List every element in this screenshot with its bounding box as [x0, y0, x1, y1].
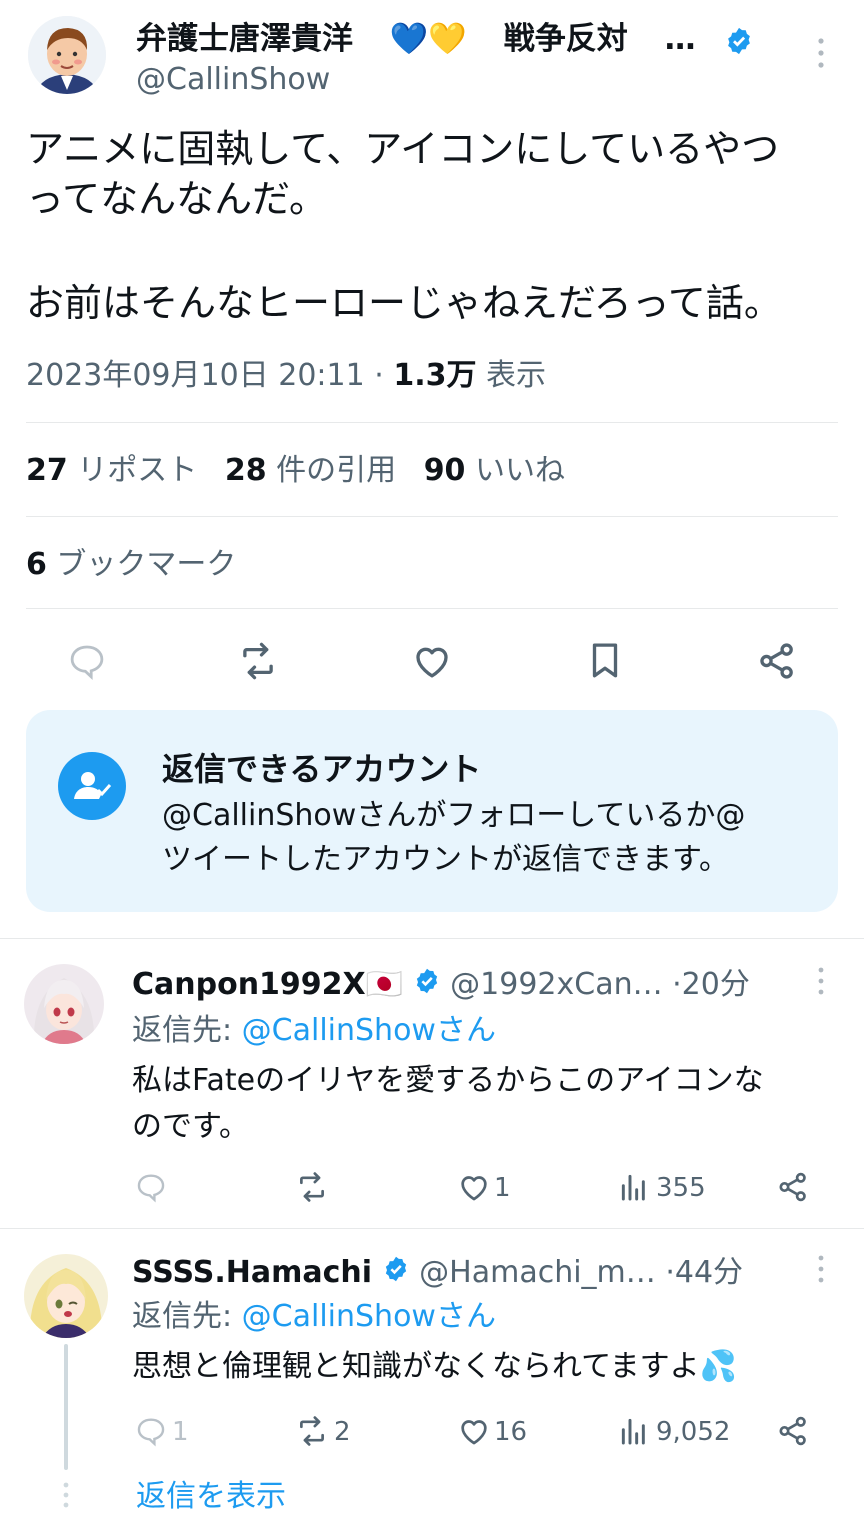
- bookmarks-stat[interactable]: 6 ブックマーク: [26, 544, 236, 586]
- tweet-text-line: お前はそんなヒーローじゃねえだろって話。: [26, 281, 782, 325]
- tweet-text-line: アニメに固執して、アイコンにしているやつ: [26, 127, 780, 171]
- reply-header: Canpon1992X🇯🇵 @1992xCan… ·20分: [132, 964, 750, 1007]
- author-handle[interactable]: @CallinShow: [136, 60, 330, 100]
- share-icon[interactable]: [776, 1170, 810, 1204]
- author-name: 弁護士唐澤貴洋: [136, 21, 353, 57]
- more-options-icon[interactable]: [812, 1254, 830, 1284]
- likes-stat[interactable]: 90 いいね: [424, 453, 565, 488]
- views-label: 表示: [486, 358, 547, 393]
- tweet-meta: 2023年09月10日 20:11 · 1.3万 表示: [26, 356, 546, 396]
- author-name-ellipsis: …: [664, 21, 696, 57]
- divider: [0, 1228, 864, 1229]
- repost-icon[interactable]: [294, 1170, 330, 1204]
- reply-text-line: 私はFateのイリヤを愛するからこのアイコンな: [132, 1063, 764, 1098]
- like-count: 1: [494, 1173, 511, 1203]
- author-emoji: 💙💛: [389, 21, 467, 57]
- like-icon[interactable]: [456, 1170, 492, 1204]
- views-count: 1.3万: [393, 358, 477, 393]
- reply-text-line: のです。: [132, 1109, 249, 1144]
- reply-author-handle[interactable]: @1992xCan…: [450, 967, 662, 1002]
- quotes-stat[interactable]: 28 件の引用: [225, 453, 406, 488]
- verified-badge-icon: [724, 26, 754, 56]
- author-name-row[interactable]: 弁護士唐澤貴洋 💙💛 戦争反対 …: [136, 18, 696, 60]
- views-count: 9,052: [656, 1417, 731, 1447]
- reposts-label: リポスト: [77, 453, 198, 488]
- more-options-icon[interactable]: [812, 36, 830, 70]
- reply-restriction-text: @CallinShowさんがフォローしているか@: [162, 798, 746, 833]
- reply-count: 1: [172, 1417, 189, 1447]
- divider: [26, 516, 838, 517]
- reply-text-line: 思想と倫理観と知識がなくなられてますよ💦: [132, 1349, 737, 1384]
- divider: [0, 938, 864, 939]
- thread-line: [64, 1344, 68, 1470]
- like-count: 16: [494, 1417, 528, 1447]
- reply-to: 返信先: @CallinShowさん: [132, 1296, 496, 1338]
- tweet-timestamp[interactable]: 2023年09月10日 20:11: [26, 358, 365, 393]
- reposts-count: 27: [26, 453, 68, 488]
- repost-icon[interactable]: [236, 640, 280, 682]
- repost-icon[interactable]: [294, 1414, 330, 1448]
- tweet-text-line: ってなんなんだ。: [26, 177, 327, 221]
- thread-dots-icon: [58, 1480, 74, 1510]
- share-icon[interactable]: [776, 1414, 810, 1448]
- like-icon[interactable]: [410, 640, 454, 682]
- reposts-stat[interactable]: 27 リポスト: [26, 453, 207, 488]
- views-icon[interactable]: [618, 1170, 650, 1204]
- reply-icon[interactable]: [134, 1414, 168, 1448]
- reply-to-label: 返信先:: [132, 1013, 233, 1048]
- engagement-stats: 27 リポスト 28 件の引用 90 いいね: [26, 450, 565, 492]
- reply-author-name[interactable]: SSSS.Hamachi: [132, 1255, 372, 1290]
- reply-author-name[interactable]: Canpon1992X🇯🇵: [132, 967, 403, 1002]
- reply-icon[interactable]: [66, 640, 108, 682]
- meta-separator: ·: [374, 358, 384, 393]
- verified-badge-icon: [413, 965, 441, 1007]
- reply-time[interactable]: ·44分: [665, 1255, 743, 1290]
- reply-time[interactable]: ·20分: [672, 967, 750, 1002]
- reply-author-handle[interactable]: @Hamachi_m…: [419, 1255, 656, 1290]
- reply-restriction-title: 返信できるアカウント: [162, 750, 482, 788]
- reply-to: 返信先: @CallinShowさん: [132, 1010, 496, 1052]
- quotes-label: 件の引用: [276, 453, 397, 488]
- reply-to-user-link[interactable]: @CallinShowさん: [242, 1013, 496, 1048]
- likes-count: 90: [423, 453, 466, 488]
- reply-avatar[interactable]: [24, 964, 104, 1044]
- reply-header: SSSS.Hamachi @Hamachi_m… ·44分: [132, 1252, 743, 1295]
- author-tag: 戦争反対: [503, 21, 628, 57]
- reply-to-label: 返信先:: [132, 1299, 233, 1334]
- bookmarks-count: 6: [26, 547, 47, 582]
- repost-count: 2: [334, 1417, 351, 1447]
- share-icon[interactable]: [756, 640, 798, 682]
- reply-avatar[interactable]: [24, 1254, 108, 1338]
- reply-restriction-text: ツイートしたアカウントが返信できます。: [162, 842, 729, 877]
- verified-badge-icon: [382, 1253, 410, 1295]
- show-replies-link[interactable]: 返信を表示: [136, 1476, 286, 1518]
- reply-to-user-link[interactable]: @CallinShowさん: [242, 1299, 496, 1334]
- author-avatar[interactable]: [28, 16, 106, 94]
- views-count: 355: [656, 1173, 706, 1203]
- bookmark-icon[interactable]: [584, 638, 626, 682]
- reply-icon[interactable]: [134, 1170, 168, 1204]
- divider: [26, 608, 838, 609]
- divider: [26, 422, 838, 423]
- views-icon[interactable]: [618, 1414, 650, 1448]
- more-options-icon[interactable]: [812, 966, 830, 996]
- like-icon[interactable]: [456, 1414, 492, 1448]
- likes-label: いいね: [474, 453, 565, 488]
- quotes-count: 28: [224, 453, 267, 488]
- verified-users-icon: [58, 752, 126, 820]
- bookmarks-label: ブックマーク: [56, 547, 237, 582]
